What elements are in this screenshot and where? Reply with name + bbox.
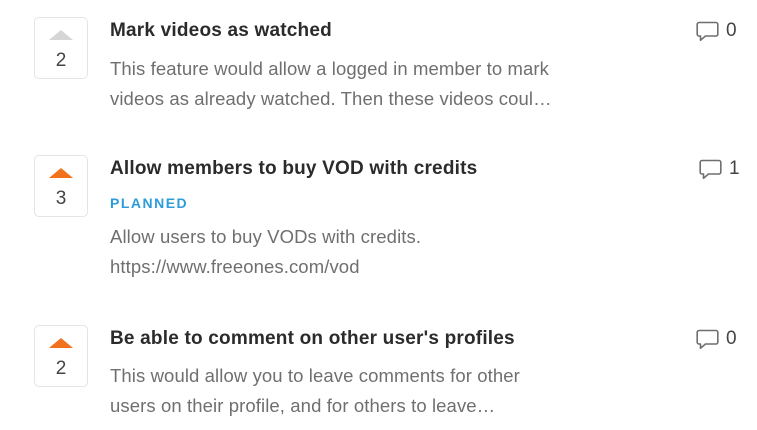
speech-bubble-icon — [699, 159, 722, 180]
post-description: This feature would allow a logged in mem… — [110, 54, 650, 114]
post-description-line: https://www.freeones.com/vod — [110, 256, 360, 277]
comment-count: 0 — [726, 328, 737, 349]
post-title[interactable]: Be able to comment on other user's profi… — [110, 325, 515, 353]
post-title[interactable]: Allow members to buy VOD with credits — [110, 155, 477, 183]
speech-bubble-icon — [696, 329, 719, 350]
vote-count: 3 — [55, 188, 67, 209]
post-description: This would allow you to leave comments f… — [110, 361, 650, 421]
upvote-button[interactable]: 2 — [34, 325, 88, 387]
status-badge: PLANNED — [110, 195, 189, 211]
upvote-arrow-icon — [49, 338, 73, 348]
post-description-line: This feature would allow a logged in mem… — [110, 58, 550, 79]
post-list: 2 Mark videos as watched This feature wo… — [0, 0, 757, 430]
comment-count: 0 — [726, 20, 737, 41]
speech-bubble-icon — [696, 21, 719, 42]
upvote-arrow-icon — [49, 30, 73, 40]
vote-count: 2 — [55, 50, 67, 71]
post-description-line: This would allow you to leave comments f… — [110, 365, 520, 386]
post-title[interactable]: Mark videos as watched — [110, 17, 332, 45]
vote-count: 2 — [55, 358, 67, 379]
post-description-line: Allow users to buy VODs with credits. — [110, 226, 422, 247]
comments-link[interactable]: 0 — [696, 19, 737, 43]
upvote-button[interactable]: 3 — [34, 155, 88, 217]
comment-count: 1 — [729, 158, 740, 179]
comments-link[interactable]: 0 — [696, 327, 737, 351]
post-description: Allow users to buy VODs with credits. ht… — [110, 222, 650, 282]
comments-link[interactable]: 1 — [699, 157, 740, 181]
post-description-line: videos as already watched. Then these vi… — [110, 88, 552, 109]
post-description-line: users on their profile, and for others t… — [110, 395, 496, 416]
upvote-button[interactable]: 2 — [34, 17, 88, 79]
upvote-arrow-icon — [49, 168, 73, 178]
